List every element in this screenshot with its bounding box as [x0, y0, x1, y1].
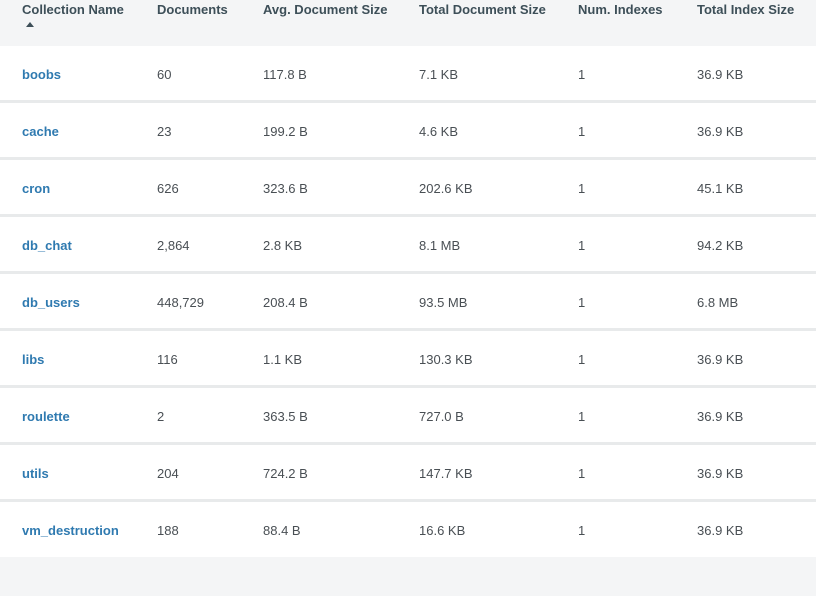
- table-row: boobs 60 117.8 B 7.1 KB 1 36.9 KB: [0, 46, 816, 103]
- avg-document-size: 1.1 KB: [263, 352, 303, 367]
- collection-name-link[interactable]: boobs: [22, 67, 61, 82]
- table-header: Collection Name Documents Avg. Document …: [0, 0, 816, 46]
- table-row: db_users 448,729 208.4 B 93.5 MB 1 6.8 MB: [0, 274, 816, 331]
- collection-name-link[interactable]: cache: [22, 124, 59, 139]
- table-row: libs 116 1.1 KB 130.3 KB 1 36.9 KB: [0, 331, 816, 388]
- total-index-size: 94.2 KB: [697, 238, 744, 253]
- documents-count: 116: [157, 352, 178, 367]
- column-header-total-document-size[interactable]: Total Document Size: [419, 2, 546, 17]
- avg-document-size: 363.5 B: [263, 409, 308, 424]
- num-indexes: 1: [578, 352, 586, 367]
- table-row: roulette 2 363.5 B 727.0 B 1 36.9 KB: [0, 388, 816, 445]
- total-index-size: 45.1 KB: [697, 181, 744, 196]
- sort-ascending-icon[interactable]: [26, 22, 34, 27]
- total-document-size: 7.1 KB: [419, 67, 459, 82]
- total-document-size: 93.5 MB: [419, 295, 468, 310]
- column-header-num-indexes[interactable]: Num. Indexes: [578, 2, 663, 17]
- table-row: cron 626 323.6 B 202.6 KB 1 45.1 KB: [0, 160, 816, 217]
- documents-count: 23: [157, 124, 172, 139]
- table-row: db_chat 2,864 2.8 KB 8.1 MB 1 94.2 KB: [0, 217, 816, 274]
- total-document-size: 202.6 KB: [419, 181, 473, 196]
- num-indexes: 1: [578, 409, 586, 424]
- avg-document-size: 724.2 B: [263, 466, 308, 481]
- documents-count: 60: [157, 67, 172, 82]
- collection-name-link[interactable]: libs: [22, 352, 44, 367]
- collection-name-link[interactable]: db_chat: [22, 238, 72, 253]
- avg-document-size: 88.4 B: [263, 523, 301, 538]
- avg-document-size: 208.4 B: [263, 295, 308, 310]
- num-indexes: 1: [578, 238, 586, 253]
- table-body: boobs 60 117.8 B 7.1 KB 1 36.9 KB cache 23 199.2…: [0, 46, 816, 557]
- collections-table: Collection Name Documents Avg. Document …: [0, 0, 816, 557]
- table-row: cache 23 199.2 B 4.6 KB 1 36.9 KB: [0, 103, 816, 160]
- total-index-size: 36.9 KB: [697, 523, 744, 538]
- total-index-size: 36.9 KB: [697, 67, 744, 82]
- total-index-size: 36.9 KB: [697, 352, 744, 367]
- avg-document-size: 323.6 B: [263, 181, 308, 196]
- collection-name-link[interactable]: vm_destruction: [22, 523, 119, 538]
- num-indexes: 1: [578, 181, 586, 196]
- documents-count: 2: [157, 409, 165, 424]
- documents-count: 204: [157, 466, 179, 481]
- collection-name-link[interactable]: cron: [22, 181, 50, 196]
- num-indexes: 1: [578, 466, 586, 481]
- documents-count: 188: [157, 523, 179, 538]
- avg-document-size: 117.8 B: [263, 67, 307, 82]
- documents-count: 626: [157, 181, 179, 196]
- num-indexes: 1: [578, 295, 586, 310]
- total-index-size: 6.8 MB: [697, 295, 739, 310]
- total-document-size: 147.7 KB: [419, 466, 473, 481]
- column-header-collection-name[interactable]: Collection Name: [22, 2, 124, 17]
- total-document-size: 727.0 B: [419, 409, 464, 424]
- table-row: vm_destruction 188 88.4 B 16.6 KB 1 36.9 KB: [0, 502, 816, 557]
- total-index-size: 36.9 KB: [697, 124, 744, 139]
- num-indexes: 1: [578, 67, 586, 82]
- total-document-size: 16.6 KB: [419, 523, 466, 538]
- total-document-size: 8.1 MB: [419, 238, 461, 253]
- documents-count: 2,864: [157, 238, 190, 253]
- avg-document-size: 2.8 KB: [263, 238, 303, 253]
- total-document-size: 130.3 KB: [419, 352, 473, 367]
- table-row: utils 204 724.2 B 147.7 KB 1 36.9 KB: [0, 445, 816, 502]
- column-header-documents[interactable]: Documents: [157, 2, 228, 17]
- total-document-size: 4.6 KB: [419, 124, 459, 139]
- total-index-size: 36.9 KB: [697, 466, 744, 481]
- total-index-size: 36.9 KB: [697, 409, 744, 424]
- avg-document-size: 199.2 B: [263, 124, 308, 139]
- collection-name-link[interactable]: utils: [22, 466, 49, 481]
- num-indexes: 1: [578, 523, 586, 538]
- collection-name-link[interactable]: roulette: [22, 409, 70, 424]
- column-header-avg-document-size[interactable]: Avg. Document Size: [263, 2, 387, 17]
- num-indexes: 1: [578, 124, 586, 139]
- column-header-total-index-size[interactable]: Total Index Size: [697, 2, 794, 17]
- collection-name-link[interactable]: db_users: [22, 295, 80, 310]
- documents-count: 448,729: [157, 295, 204, 310]
